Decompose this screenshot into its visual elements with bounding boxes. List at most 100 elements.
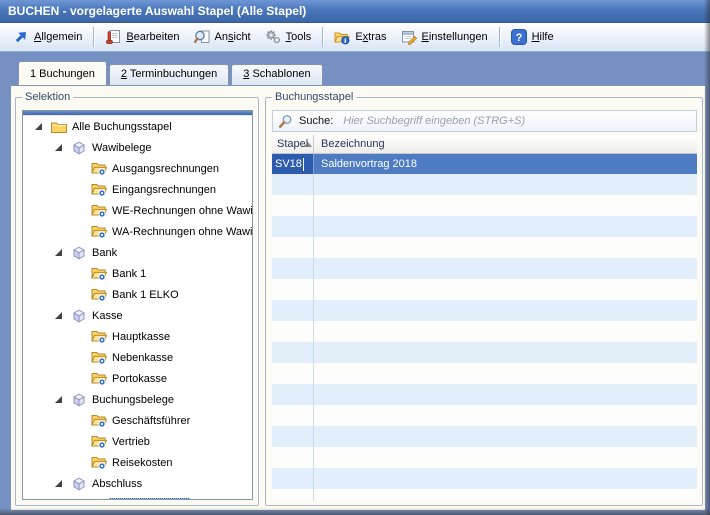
main-toolbar: Allgemein BearbeitenAnsichtTools Extras Ein… bbox=[0, 23, 710, 52]
tree-item-vertrieb[interactable]: Vertrieb bbox=[23, 431, 252, 452]
empty-cell bbox=[272, 384, 314, 405]
magnifier-doc-icon bbox=[194, 29, 210, 45]
empty-cell bbox=[314, 279, 697, 300]
toolbar-button-hilfe[interactable]: ?Hilfe bbox=[504, 27, 561, 47]
toolbar-button-extras[interactable]: Extras bbox=[327, 27, 393, 47]
tab-2-terminbuchungen[interactable]: 2 Terminbuchungen bbox=[109, 64, 229, 85]
expanded-triangle-icon bbox=[55, 144, 62, 151]
expand-collapse-toggle[interactable] bbox=[55, 249, 71, 256]
tree-item-buchungsbelege[interactable]: Buchungsbelege bbox=[23, 389, 252, 410]
tree-item-abschluss[interactable]: Abschluss bbox=[23, 473, 252, 494]
toolbar-button-label: Allgemein bbox=[34, 31, 82, 43]
grid-empty-row bbox=[272, 216, 697, 237]
empty-cell bbox=[314, 405, 697, 426]
grid-empty-row bbox=[272, 342, 697, 363]
tree-item-wawibelege[interactable]: Wawibelege bbox=[23, 137, 252, 158]
tree-item-label: WE-Rechnungen ohne Wawi bbox=[109, 204, 253, 218]
cell-bezeichnung[interactable]: Saldenvortrag 2018 bbox=[314, 154, 697, 174]
search-icon bbox=[278, 114, 293, 129]
expand-collapse-toggle[interactable] bbox=[55, 396, 71, 403]
expanded-triangle-icon bbox=[55, 396, 62, 403]
empty-cell bbox=[272, 279, 314, 300]
empty-cell bbox=[314, 363, 697, 384]
empty-cell bbox=[314, 300, 697, 321]
toolbar-button-allgemein[interactable]: Allgemein bbox=[6, 27, 89, 47]
search-input[interactable]: Hier Suchbegriff eingeben (STRG+S) bbox=[343, 115, 691, 127]
empty-cell bbox=[314, 468, 697, 489]
toolbar-button-tools[interactable]: Tools bbox=[258, 27, 319, 47]
tree-item-hauptkasse[interactable]: Hauptkasse bbox=[23, 326, 252, 347]
cell-stapel[interactable]: SV18 bbox=[272, 154, 314, 174]
expand-collapse-toggle[interactable] bbox=[35, 123, 51, 130]
grid-empty-row bbox=[272, 237, 697, 258]
toolbar-separator bbox=[499, 27, 500, 47]
tab-page-buchungen: Selektion Alle BuchungsstapelWawibelegeA… bbox=[10, 85, 706, 511]
folder-gear-icon bbox=[91, 350, 109, 365]
folder-icon bbox=[51, 120, 69, 134]
tree-item-bank[interactable]: Bank bbox=[23, 242, 252, 263]
tree-item-label: Nebenkasse bbox=[109, 351, 176, 365]
empty-cell bbox=[272, 300, 314, 321]
tree-item-saldenvortr-ge[interactable]: Saldenvorträge bbox=[23, 494, 252, 500]
tree-item-bank-1[interactable]: Bank 1 bbox=[23, 263, 252, 284]
tree-item-label: Abschluss bbox=[89, 477, 145, 491]
toolbar-button-label: Einstellungen bbox=[422, 31, 488, 43]
search-label: Suche: bbox=[299, 115, 333, 127]
tree-item-reisekosten[interactable]: Reisekosten bbox=[23, 452, 252, 473]
empty-cell bbox=[314, 342, 697, 363]
empty-cell bbox=[272, 363, 314, 384]
empty-cell bbox=[272, 216, 314, 237]
toolbar-button-einstellungen[interactable]: Einstellungen bbox=[394, 27, 495, 47]
grid-row-sv18[interactable]: SV18Saldenvortrag 2018 bbox=[272, 154, 697, 174]
empty-cell bbox=[272, 195, 314, 216]
tree-item-ausgangsrechnungen[interactable]: Ausgangsrechnungen bbox=[23, 158, 252, 179]
grid-empty-row bbox=[272, 363, 697, 384]
tree-item-wa-rechnungen-ohne-wawi[interactable]: WA-Rechnungen ohne Wawi bbox=[23, 221, 252, 242]
empty-cell bbox=[314, 489, 697, 501]
cube-icon bbox=[71, 392, 89, 408]
tree-item-alle-buchungsstapel[interactable]: Alle Buchungsstapel bbox=[23, 116, 252, 137]
folder-gear-icon bbox=[91, 329, 109, 344]
tree-item-bank-1-elko[interactable]: Bank 1 ELKO bbox=[23, 284, 252, 305]
expanded-triangle-icon bbox=[55, 249, 62, 256]
search-bar[interactable]: Suche: Hier Suchbegriff eingeben (STRG+S… bbox=[272, 110, 697, 132]
column-header-bezeichnung[interactable]: Bezeichnung bbox=[314, 135, 697, 153]
svg-text:?: ? bbox=[515, 32, 522, 44]
empty-cell bbox=[314, 321, 697, 342]
grid-empty-row bbox=[272, 447, 697, 468]
tree-item-label: Saldenvorträge bbox=[109, 498, 190, 501]
selektion-groupbox: Selektion Alle BuchungsstapelWawibelegeA… bbox=[15, 97, 259, 506]
tree-item-eingangsrechnungen[interactable]: Eingangsrechnungen bbox=[23, 179, 252, 200]
window-title: BUCHEN - vorgelagerte Auswahl Stapel (Al… bbox=[8, 4, 306, 18]
expand-collapse-toggle[interactable] bbox=[55, 480, 71, 487]
tree-item-nebenkasse[interactable]: Nebenkasse bbox=[23, 347, 252, 368]
buchungsstapel-group-label: Buchungsstapel bbox=[272, 90, 356, 104]
tree-item-kasse[interactable]: Kasse bbox=[23, 305, 252, 326]
empty-cell bbox=[272, 426, 314, 447]
tree-item-portokasse[interactable]: Portokasse bbox=[23, 368, 252, 389]
expand-collapse-toggle[interactable] bbox=[55, 144, 71, 151]
tree-item-label: Ausgangsrechnungen bbox=[109, 162, 222, 176]
tree-item-label: WA-Rechnungen ohne Wawi bbox=[109, 225, 253, 239]
tree-item-gesch-ftsf-hrer[interactable]: Geschäftsführer bbox=[23, 410, 252, 431]
tree-rows: Alle BuchungsstapelWawibelege Ausgangsrec… bbox=[23, 116, 252, 500]
folder-gear-icon bbox=[91, 266, 109, 281]
tree-item-we-rechnungen-ohne-wawi[interactable]: WE-Rechnungen ohne Wawi bbox=[23, 200, 252, 221]
grid-empty-row bbox=[272, 321, 697, 342]
tab-1-buchungen[interactable]: 1 Buchungen bbox=[18, 61, 107, 86]
grid-empty-row bbox=[272, 468, 697, 489]
folder-gear-icon bbox=[91, 224, 109, 239]
stapel-grid: StapelBezeichnung SV18Saldenvortrag 2018 bbox=[272, 135, 697, 501]
cube-icon bbox=[71, 476, 89, 492]
form-pencil-icon bbox=[401, 29, 417, 45]
empty-cell bbox=[272, 447, 314, 468]
expand-collapse-toggle[interactable] bbox=[55, 312, 71, 319]
empty-cell bbox=[314, 258, 697, 279]
tab-3-schablonen[interactable]: 3 Schablonen bbox=[231, 64, 322, 85]
toolbar-button-ansicht[interactable]: Ansicht bbox=[187, 27, 258, 47]
column-header-stapel[interactable]: Stapel bbox=[272, 135, 314, 153]
tree-item-label: Kasse bbox=[89, 309, 126, 323]
folder-gear-icon bbox=[91, 434, 109, 449]
gear-icon bbox=[265, 29, 281, 45]
toolbar-button-bearbeiten[interactable]: Bearbeiten bbox=[98, 27, 186, 47]
